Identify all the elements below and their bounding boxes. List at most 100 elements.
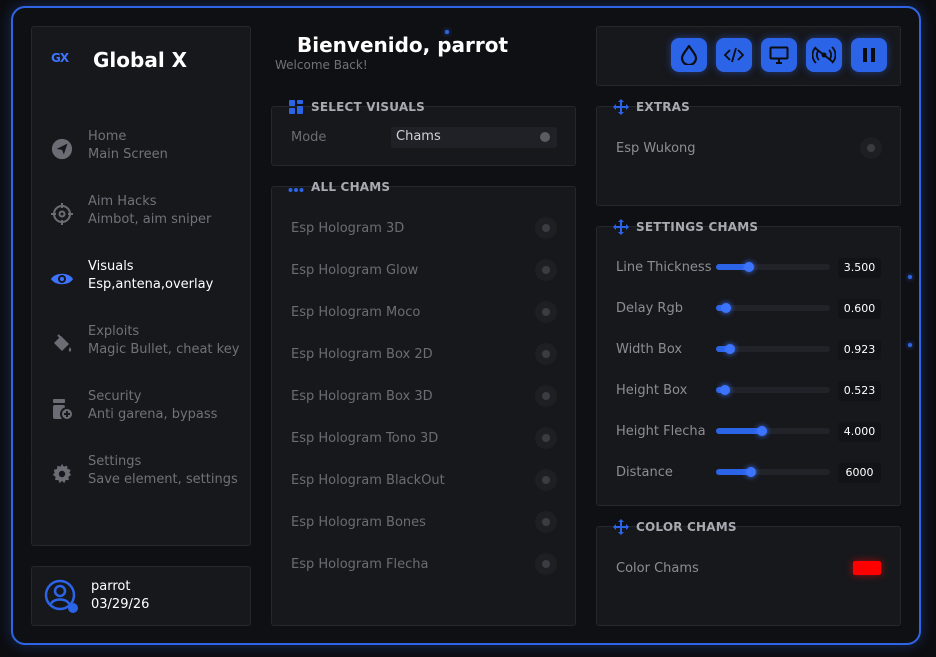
- slider-handle[interactable]: [756, 426, 767, 436]
- drop-button[interactable]: [671, 38, 707, 72]
- cham-option-label: Esp Hologram BlackOut: [291, 473, 445, 488]
- color-chams-panel: [596, 526, 901, 626]
- code-icon: [724, 47, 744, 63]
- user-name: parrot: [91, 579, 131, 594]
- sidebar-item-aim-hacks[interactable]: Aim Hacks Aimbot, aim sniper: [32, 192, 250, 248]
- slider-label: Height Box: [616, 383, 688, 398]
- cham-option-toggle[interactable]: [535, 553, 557, 575]
- slider-label: Delay Rgb: [616, 301, 683, 316]
- sidebar-item-title: Aim Hacks: [88, 194, 157, 209]
- color-swatch[interactable]: [853, 561, 881, 575]
- cham-option-toggle[interactable]: [535, 427, 557, 449]
- slider-value[interactable]: 0.600: [838, 299, 881, 319]
- sidebar-item-title: Visuals: [88, 259, 134, 274]
- cham-option-label: Esp Hologram Bones: [291, 515, 426, 530]
- section-title: COLOR CHAMS: [636, 520, 737, 534]
- page-title: Bienvenido, parrot: [297, 33, 509, 57]
- sidebar-item-subtitle: Anti garena, bypass: [88, 407, 218, 422]
- more-dots-icon: [288, 188, 304, 192]
- slider-handle[interactable]: [744, 262, 755, 272]
- mode-label: Mode: [291, 130, 327, 145]
- user-date: 03/29/26: [91, 597, 150, 612]
- pause-button[interactable]: [851, 38, 887, 72]
- cham-option-label: Esp Hologram Box 2D: [291, 347, 433, 362]
- cham-option-label: Esp Hologram Flecha: [291, 557, 429, 572]
- extra-option-label: Esp Wukong: [616, 141, 696, 156]
- send-icon: [49, 136, 75, 162]
- cham-option-label: Esp Hologram Glow: [291, 263, 419, 278]
- cham-option-toggle[interactable]: [535, 301, 557, 323]
- move-icon: [613, 219, 629, 235]
- sidebar-item-subtitle: Main Screen: [88, 147, 168, 162]
- slider-label: Height Flecha: [616, 424, 706, 439]
- slider-value[interactable]: 6000: [838, 463, 881, 483]
- user-icon: [44, 579, 78, 613]
- sidebar-item-exploits[interactable]: Exploits Magic Bullet, cheat key: [32, 322, 250, 378]
- mode-select[interactable]: Chams: [391, 127, 557, 148]
- cham-option-toggle[interactable]: [535, 511, 557, 533]
- slider-value[interactable]: 0.523: [838, 381, 881, 401]
- section-title: EXTRAS: [636, 100, 691, 114]
- move-icon: [613, 519, 629, 535]
- select-indicator-icon: [540, 132, 550, 142]
- broadcast-icon: [812, 46, 836, 64]
- slider-value[interactable]: 0.923: [838, 340, 881, 360]
- sidebar-item-subtitle: Magic Bullet, cheat key: [88, 342, 240, 357]
- sidebar-item-title: Exploits: [88, 324, 140, 339]
- color-chams-label: Color Chams: [616, 561, 699, 576]
- cham-option-label: Esp Hologram 3D: [291, 221, 405, 236]
- slider-track[interactable]: [716, 344, 830, 354]
- sidebar-item-security[interactable]: Security Anti garena, bypass: [32, 387, 250, 443]
- section-title: ALL CHAMS: [311, 180, 391, 194]
- sidebar-item-subtitle: Esp,antena,overlay: [88, 277, 214, 292]
- grid-icon: [289, 100, 303, 114]
- cham-option-label: Esp Hologram Moco: [291, 305, 421, 320]
- section-title: SETTINGS CHAMS: [636, 220, 759, 234]
- cham-option-toggle[interactable]: [535, 469, 557, 491]
- code-button[interactable]: [716, 38, 752, 72]
- slider-track[interactable]: [716, 467, 830, 477]
- slider-track[interactable]: [716, 385, 830, 395]
- slider-track[interactable]: [716, 262, 830, 272]
- cham-option-toggle[interactable]: [535, 259, 557, 281]
- paint-bucket-icon: [49, 331, 75, 357]
- extras-panel: [596, 106, 901, 206]
- eye-icon: [49, 266, 75, 292]
- sidebar-item-title: Settings: [88, 454, 142, 469]
- slider-fill: [716, 428, 762, 434]
- sidebar-item-subtitle: Aimbot, aim sniper: [88, 212, 212, 227]
- cham-option-toggle[interactable]: [535, 385, 557, 407]
- crosshair-icon: [49, 201, 75, 227]
- slider-handle[interactable]: [724, 344, 735, 354]
- broadcast-button[interactable]: [806, 38, 842, 72]
- decorative-dot: [908, 275, 912, 279]
- avatar: [44, 579, 78, 613]
- sidebar-item-settings[interactable]: Settings Save element, settings: [32, 452, 250, 508]
- slider-label: Distance: [616, 465, 673, 480]
- cham-option-toggle[interactable]: [535, 343, 557, 365]
- page-subtitle: Welcome Back!: [275, 58, 368, 72]
- sidebar-item-home[interactable]: Home Main Screen: [32, 127, 250, 183]
- brand-logo: GX: [51, 51, 69, 65]
- decorative-dot: [908, 343, 912, 347]
- slider-label: Width Box: [616, 342, 683, 357]
- monitor-button[interactable]: [761, 38, 797, 72]
- monitor-icon: [769, 46, 789, 64]
- slider-track[interactable]: [716, 426, 830, 436]
- slider-value[interactable]: 3.500: [838, 258, 881, 278]
- slider-track[interactable]: [716, 303, 830, 313]
- extra-option-toggle[interactable]: [860, 137, 882, 159]
- cham-option-toggle[interactable]: [535, 217, 557, 239]
- slider-label: Line Thickness: [616, 260, 712, 275]
- slider-value[interactable]: 4.000: [838, 422, 881, 442]
- section-title: SELECT VISUALS: [311, 100, 425, 114]
- brand-name: Global X: [93, 48, 188, 72]
- sidebar-item-subtitle: Save element, settings: [88, 472, 238, 487]
- pause-icon: [863, 48, 875, 62]
- sidebar-item-title: Home: [88, 129, 127, 144]
- cham-option-label: Esp Hologram Box 3D: [291, 389, 433, 404]
- shield-settings-icon: [49, 396, 75, 422]
- sidebar-item-visuals[interactable]: Visuals Esp,antena,overlay: [32, 257, 250, 313]
- cham-option-label: Esp Hologram Tono 3D: [291, 431, 439, 446]
- move-icon: [613, 99, 629, 115]
